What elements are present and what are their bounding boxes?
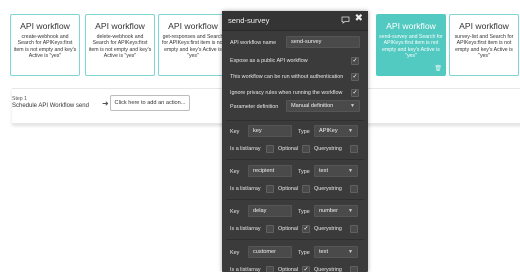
param-is-list-label: Is a list/array [230, 186, 261, 192]
divider [226, 159, 364, 160]
workflow-card-send-survey[interactable]: API workflow send-survey and Search for … [376, 14, 446, 76]
workflow-card-description: get-responses and Search for APIKeys:fir… [162, 34, 224, 60]
param-key-input[interactable]: recipient [248, 165, 292, 177]
param-type-value: APIKey [319, 128, 338, 134]
param-is-list-checkbox[interactable] [266, 185, 274, 193]
param-key-value: key [253, 128, 262, 134]
comment-icon[interactable] [341, 16, 350, 24]
step-action-name[interactable]: Schedule API Workflow send [12, 103, 89, 109]
param-optional-label: Optional [278, 226, 299, 232]
workflow-properties-panel: send-survey ✖ API workflow name send-sur… [222, 11, 368, 272]
expose-public-checkbox[interactable]: ✓ [351, 57, 359, 65]
parameter-definition-label: Parameter definition [230, 104, 279, 110]
workflow-name-input[interactable]: send-survey [286, 36, 360, 48]
workflow-card-title: API workflow [168, 21, 218, 31]
param-is-list-label: Is a list/array [230, 226, 261, 232]
chevron-down-icon: ▼ [348, 168, 353, 174]
param-key-value: delay [253, 208, 267, 214]
workflow-card-description: create-webhook and Search for APIKeys:fi… [13, 34, 77, 60]
workflow-card-create-webhook[interactable]: API workflow create-webhook and Search f… [10, 14, 80, 76]
workflow-card-title: API workflow [459, 21, 509, 31]
param-type-value: number [319, 208, 338, 214]
workflow-card-description: send-survey and Search for APIKeys:first… [379, 34, 443, 60]
param-querystring-checkbox[interactable] [350, 225, 358, 233]
workflow-name-label: API workflow name [230, 40, 277, 46]
param-is-list-checkbox[interactable] [266, 145, 274, 153]
param-optional-checkbox[interactable] [302, 145, 310, 153]
param-querystring-label: Querystring [314, 267, 342, 272]
param-querystring-label: Querystring [314, 146, 342, 152]
divider [226, 120, 364, 121]
param-type-label: Type [298, 169, 310, 175]
close-icon[interactable]: ✖ [355, 14, 363, 24]
param-optional-label: Optional [278, 267, 299, 272]
param-querystring-checkbox[interactable] [350, 266, 358, 272]
workflow-card-description: delete-webhook and Search for APIKeys:fi… [88, 34, 152, 60]
workflow-canvas: API workflow create-webhook and Search f… [0, 0, 520, 272]
ignore-privacy-label: Ignore privacy rules when running the wo… [230, 90, 343, 96]
no-auth-checkbox[interactable]: ✓ [351, 73, 359, 81]
param-type-value: text [319, 249, 329, 255]
workflow-name-value: send-survey [291, 39, 322, 45]
param-key-label: Key [230, 129, 240, 135]
param-type-select[interactable]: text ▼ [314, 246, 358, 258]
chevron-down-icon: ▼ [350, 103, 355, 109]
trash-icon[interactable]: 🗑 [434, 65, 442, 72]
param-optional-label: Optional [278, 146, 299, 152]
param-type-label: Type [298, 250, 310, 256]
param-optional-label: Optional [278, 186, 299, 192]
workflow-card-title: API workflow [20, 21, 70, 31]
param-querystring-label: Querystring [314, 186, 342, 192]
param-key-label: Key [230, 250, 240, 256]
param-querystring-label: Querystring [314, 226, 342, 232]
param-is-list-label: Is a list/array [230, 146, 261, 152]
ignore-privacy-checkbox[interactable]: ✓ [351, 89, 359, 97]
divider [226, 199, 364, 200]
param-type-value: text [319, 168, 329, 174]
param-type-select[interactable]: text ▼ [314, 165, 358, 177]
param-querystring-checkbox[interactable] [350, 145, 358, 153]
chevron-down-icon: ▼ [348, 249, 353, 255]
param-optional-checkbox[interactable]: ✓ [302, 266, 310, 272]
chevron-down-icon: ▼ [348, 208, 353, 214]
workflow-card-survey-list[interactable]: API workflow survey-list and Search for … [449, 14, 519, 76]
param-key-label: Key [230, 209, 240, 215]
param-key-input[interactable]: customer [248, 246, 292, 258]
workflow-card-title: API workflow [95, 21, 145, 31]
param-type-label: Type [298, 209, 310, 215]
param-optional-checkbox[interactable]: ✓ [302, 225, 310, 233]
no-auth-label: This workflow can be run without authent… [230, 74, 344, 80]
param-type-select[interactable]: APIKey ▼ [314, 125, 358, 137]
workflow-card-description: survey-list and Search for APIKeys:first… [454, 34, 514, 60]
param-key-label: Key [230, 169, 240, 175]
param-type-label: Type [298, 129, 310, 135]
param-key-input[interactable]: key [248, 125, 292, 137]
param-is-list-checkbox[interactable] [266, 225, 274, 233]
parameter-definition-select[interactable]: Manual definition ▼ [286, 100, 360, 112]
param-key-value: customer [253, 249, 277, 255]
divider [226, 239, 364, 240]
add-action-button[interactable]: Click here to add an action... [110, 95, 190, 111]
chevron-down-icon: ▼ [348, 128, 353, 134]
param-is-list-checkbox[interactable] [266, 266, 274, 272]
panel-header: send-survey ✖ [222, 11, 368, 31]
panel-title: send-survey [228, 16, 270, 25]
param-is-list-label: Is a list/array [230, 267, 261, 272]
step-number-label: Step 1 [12, 96, 27, 102]
param-key-input[interactable]: delay [248, 205, 292, 217]
param-optional-checkbox[interactable] [302, 185, 310, 193]
param-querystring-checkbox[interactable] [350, 185, 358, 193]
workflow-card-get-responses[interactable]: API workflow get-responses and Search fo… [158, 14, 228, 76]
arrow-right-icon: ➜ [102, 99, 109, 108]
param-type-select[interactable]: number ▼ [314, 205, 358, 217]
workflow-card-title: API workflow [386, 21, 436, 31]
param-key-value: recipient [253, 168, 275, 174]
expose-public-label: Expose as a public API workflow [230, 58, 308, 64]
parameter-definition-value: Manual definition [291, 103, 334, 109]
workflow-card-delete-webhook[interactable]: API workflow delete-webhook and Search f… [85, 14, 155, 76]
